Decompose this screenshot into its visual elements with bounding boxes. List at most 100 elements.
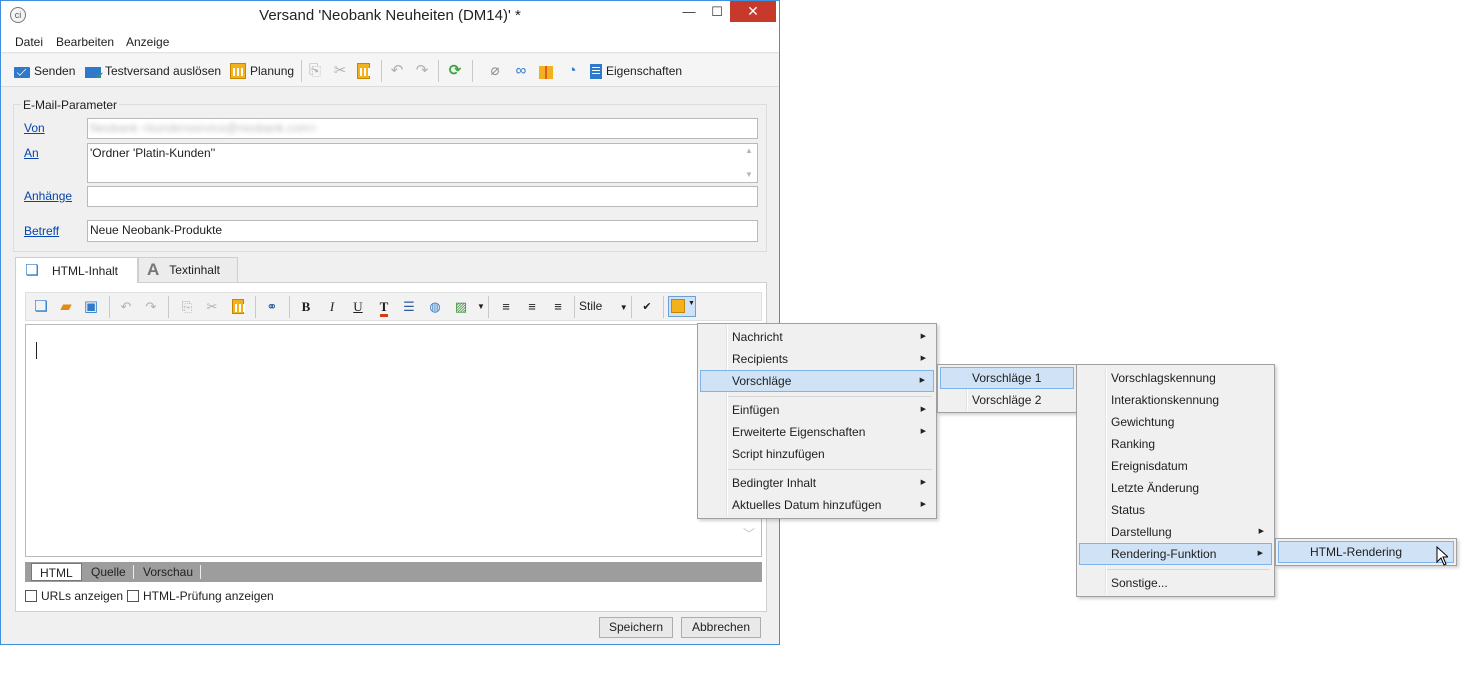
to-value: 'Ordner 'Platin-Kunden'' (90, 146, 216, 160)
menu-item-recipients[interactable]: Recipients ▶ (700, 348, 934, 370)
insert-link-button[interactable]: ◍ (427, 299, 443, 315)
refresh-button[interactable]: ⟳ (447, 62, 463, 80)
menu-item-event-date[interactable]: Ereignisdatum (1079, 455, 1272, 477)
editor-copy-button[interactable]: ⎘ (179, 299, 195, 315)
bold-button[interactable]: B (298, 299, 314, 315)
menu-item-other[interactable]: Sonstige... (1079, 572, 1272, 594)
editor-paste-button[interactable] (230, 299, 246, 315)
link-button[interactable]: ∞ (513, 62, 529, 80)
refresh-icon: ⟳ (448, 62, 462, 79)
close-button[interactable]: ✕ (730, 1, 776, 22)
image-dropdown-button[interactable]: ▼ (473, 299, 489, 315)
schedule-button[interactable]: Planung (230, 62, 294, 80)
menu-item-weight[interactable]: Gewichtung (1079, 411, 1272, 433)
menu-item-offer-id[interactable]: Vorschlagskennung (1079, 367, 1272, 389)
underline-button[interactable]: U (350, 299, 366, 315)
test-send-button[interactable]: Testversand auslösen (85, 62, 221, 82)
attachments-field[interactable] (87, 186, 758, 207)
tab-text-content[interactable]: A Textinhalt (138, 257, 238, 282)
menu-item-insert[interactable]: Einfügen ▶ (700, 399, 934, 421)
paste-button[interactable] (357, 62, 370, 80)
menu-item-advanced-properties[interactable]: Erweiterte Eigenschaften ▶ (700, 421, 934, 443)
toolbar-separator (663, 296, 664, 318)
gauge-icon: ◔ (567, 62, 577, 79)
to-field-scrollbar[interactable]: ▲ ▼ (742, 145, 756, 181)
rendering-submenu: HTML-Rendering (1275, 538, 1457, 566)
insert-image-button[interactable]: ▨ (453, 299, 469, 315)
binoculars-icon: ⚭ (266, 299, 278, 314)
mode-source[interactable]: Quelle (83, 563, 134, 581)
italic-button[interactable]: I (324, 299, 340, 315)
align-left-button[interactable]: ≡ (498, 299, 514, 315)
tab-html-content[interactable]: ❏ HTML-Inhalt (15, 257, 138, 283)
new-document-button[interactable]: ❏ (33, 299, 49, 315)
from-field[interactable]: Neobank <kundenservice@neobank.com> (87, 118, 758, 139)
attachment-button[interactable]: ⌀ (487, 62, 503, 80)
open-button[interactable]: ▰ (58, 299, 74, 315)
menu-item-rendering-function[interactable]: Rendering-Funktion ▶ (1079, 543, 1272, 565)
to-link[interactable]: An (24, 146, 39, 160)
subject-field[interactable]: Neue Neobank-Produkte (87, 220, 758, 242)
chevron-down-icon: ▼ (688, 300, 695, 307)
show-urls-checkbox[interactable]: URLs anzeigen (25, 589, 123, 603)
text-color-button[interactable]: T (376, 299, 392, 317)
align-center-button[interactable]: ≡ (524, 299, 540, 315)
cancel-button[interactable]: Abbrechen (681, 617, 761, 638)
list-button[interactable]: ☰ (401, 299, 417, 315)
send-button[interactable]: Senden (14, 62, 75, 80)
find-button[interactable]: ⚭ (264, 299, 280, 315)
save-file-button[interactable]: ▣ (83, 299, 99, 315)
save-button[interactable]: Speichern (599, 617, 673, 638)
menu-item-interaction-id[interactable]: Interaktionskennung (1079, 389, 1272, 411)
tracking-button[interactable]: ◔ (564, 62, 580, 80)
menu-item-message[interactable]: Nachricht ▶ (700, 326, 934, 348)
offers-button[interactable] (539, 62, 553, 80)
editor-cut-button[interactable]: ✂ (204, 299, 220, 315)
chevron-right-icon: ▶ (1258, 528, 1264, 535)
menu-item-offers-1[interactable]: Vorschläge 1 (940, 367, 1074, 389)
editor-undo-button[interactable]: ↶ (118, 299, 134, 315)
menu-separator (728, 469, 932, 470)
styles-dropdown[interactable]: Stile ▼ (579, 299, 628, 313)
properties-button[interactable]: Eigenschaften (588, 62, 682, 80)
subject-link[interactable]: Betreff (24, 224, 59, 238)
menu-item-ranking[interactable]: Ranking (1079, 433, 1272, 455)
personalization-button[interactable]: ▼ (668, 296, 696, 317)
from-value: Neobank <kundenservice@neobank.com> (90, 121, 317, 135)
new-document-icon: ❏ (34, 298, 48, 315)
editor-scroll-down[interactable]: ﹀ (743, 525, 755, 542)
copy-button[interactable]: ⎘ (307, 62, 323, 80)
menu-item-add-script[interactable]: Script hinzufügen (700, 443, 934, 465)
spellcheck-button[interactable]: ✔ (639, 299, 655, 315)
toolbar-separator (438, 60, 439, 82)
title-bar[interactable]: ci Versand 'Neobank Neuheiten (DM14)' * … (1, 1, 779, 31)
minimize-button[interactable]: — (675, 1, 703, 22)
from-link[interactable]: Von (24, 121, 45, 135)
menu-datei[interactable]: Datei (15, 35, 43, 49)
cut-button[interactable]: ✂ (332, 62, 348, 80)
align-right-button[interactable]: ≡ (550, 299, 566, 315)
editor-redo-button[interactable]: ↷ (143, 299, 159, 315)
html-check-checkbox[interactable]: HTML-Prüfung anzeigen (127, 589, 274, 603)
menu-item-add-current-date[interactable]: Aktuelles Datum hinzufügen ▶ (700, 494, 934, 516)
html-editor[interactable]: ﹀ (25, 324, 762, 557)
menu-anzeige[interactable]: Anzeige (126, 35, 169, 49)
mode-html[interactable]: HTML (31, 563, 82, 581)
toolbar-separator (301, 60, 302, 82)
chevron-right-icon: ▶ (920, 355, 926, 362)
menu-bearbeiten[interactable]: Bearbeiten (56, 35, 114, 49)
attachments-link[interactable]: Anhänge (24, 189, 72, 203)
menu-item-status[interactable]: Status (1079, 499, 1272, 521)
menu-item-conditional-content[interactable]: Bedingter Inhalt ▶ (700, 472, 934, 494)
mode-preview[interactable]: Vorschau (135, 563, 201, 581)
menu-item-offers-2[interactable]: Vorschläge 2 (940, 389, 1074, 411)
envelope-check-icon (85, 66, 104, 82)
menu-item-presentation[interactable]: Darstellung ▶ (1079, 521, 1272, 543)
undo-button[interactable]: ↶ (389, 62, 405, 80)
redo-button[interactable]: ↷ (414, 62, 430, 80)
maximize-button[interactable]: ☐ (703, 1, 731, 22)
menu-item-html-rendering[interactable]: HTML-Rendering (1278, 541, 1454, 563)
to-field[interactable]: 'Ordner 'Platin-Kunden'' ▲ ▼ (87, 143, 758, 183)
menu-item-last-modified[interactable]: Letzte Änderung (1079, 477, 1272, 499)
menu-item-offers[interactable]: Vorschläge ▶ (700, 370, 934, 392)
